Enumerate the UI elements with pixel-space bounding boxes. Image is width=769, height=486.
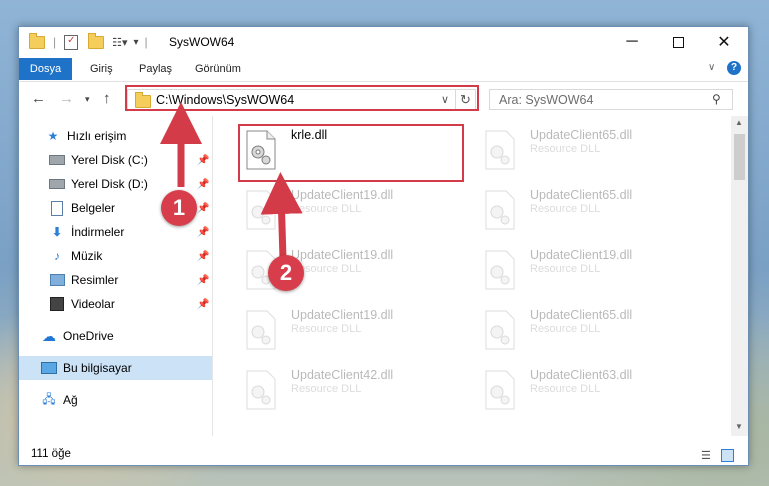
annotation-arrows	[160, 102, 303, 260]
step-badge-2: 2	[268, 255, 304, 291]
explorer-window: | ✓ ☷▾ ▾ | SysWOW64 ─ ✕ Dosya Giriş Payl…	[18, 26, 749, 466]
arrow-to-file	[260, 172, 303, 260]
step-badge-1: 1	[161, 190, 197, 226]
